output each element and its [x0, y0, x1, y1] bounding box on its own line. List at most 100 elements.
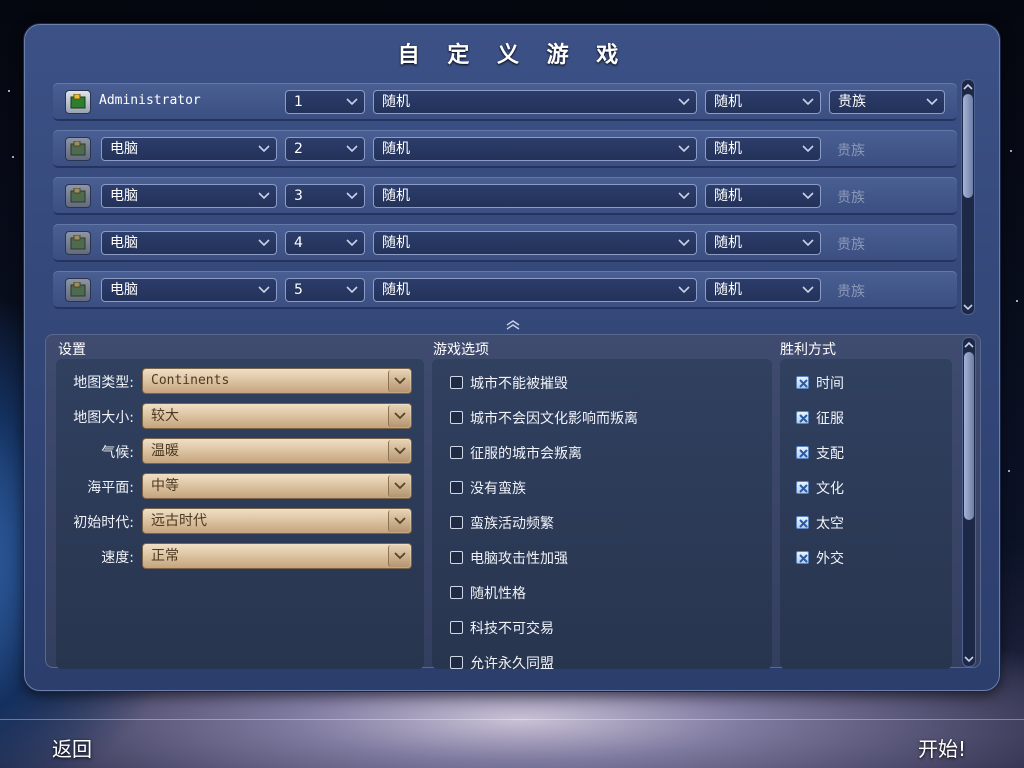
chevron-down-icon [346, 286, 358, 294]
civilization-dropdown[interactable]: 随机 [373, 137, 697, 161]
player-row-5: 电脑 5 随机 随机 贵族 [53, 271, 957, 309]
team-dropdown[interactable]: 3 [285, 184, 365, 208]
chevron-down-icon [678, 98, 690, 106]
difficulty-label: 贵族 [837, 284, 865, 300]
checkbox[interactable] [450, 446, 463, 459]
player-type-dropdown[interactable]: 电脑 [101, 184, 277, 208]
option-label: 科技不可交易 [470, 621, 554, 637]
player-type-dropdown[interactable]: 电脑 [101, 278, 277, 302]
checkbox[interactable] [450, 376, 463, 389]
civilization-value: 随机 [382, 188, 410, 204]
team-dropdown[interactable]: 1 [285, 90, 365, 114]
leader-dropdown[interactable]: 随机 [705, 278, 821, 302]
checkbox-checked[interactable] [796, 516, 809, 529]
checkbox-checked[interactable] [796, 481, 809, 494]
chevron-down-icon [258, 286, 270, 294]
leader-value: 随机 [714, 282, 742, 298]
setting-sea-level: 海平面: 中等 [56, 473, 424, 499]
dropdown-button[interactable] [388, 475, 410, 497]
sea-level-dropdown[interactable]: 中等 [142, 473, 412, 499]
victory-label: 外交 [816, 551, 844, 567]
leader-dropdown[interactable]: 随机 [705, 90, 821, 114]
civilization-dropdown[interactable]: 随机 [373, 278, 697, 302]
chevron-down-icon [802, 145, 814, 153]
option-label: 允许永久同盟 [470, 656, 554, 672]
start-era-dropdown[interactable]: 远古时代 [142, 508, 412, 534]
climate-dropdown[interactable]: 温暖 [142, 438, 412, 464]
sea-level-value: 中等 [151, 478, 179, 494]
checkbox[interactable] [450, 411, 463, 424]
computer-player-icon[interactable] [65, 278, 91, 302]
team-dropdown[interactable]: 2 [285, 137, 365, 161]
player-list-scrollbar[interactable] [961, 79, 975, 315]
scroll-down-icon[interactable] [963, 302, 973, 312]
climate-value: 温暖 [151, 443, 179, 459]
civilization-dropdown[interactable]: 随机 [373, 184, 697, 208]
scrollbar-thumb[interactable] [963, 94, 973, 198]
check-x-icon [799, 414, 808, 423]
speed-dropdown[interactable]: 正常 [142, 543, 412, 569]
leader-dropdown[interactable]: 随机 [705, 231, 821, 255]
computer-player-icon[interactable] [65, 231, 91, 255]
player-type-value: 电脑 [110, 141, 138, 157]
checkbox-checked[interactable] [796, 376, 809, 389]
chevron-down-icon [394, 517, 406, 525]
checkbox-checked[interactable] [796, 411, 809, 424]
settings-panel: 设置 游戏选项 胜利方式 地图类型: Continents 地图大小: 较大 气… [45, 334, 981, 672]
checkbox[interactable] [450, 621, 463, 634]
scrollbar-thumb[interactable] [964, 352, 974, 520]
start-button[interactable]: 开始! [918, 733, 966, 762]
player-type-value: 电脑 [110, 188, 138, 204]
speed-value: 正常 [151, 548, 179, 564]
dropdown-button[interactable] [388, 370, 410, 392]
leader-dropdown[interactable]: 随机 [705, 137, 821, 161]
dropdown-button[interactable] [388, 545, 410, 567]
leader-value: 随机 [714, 188, 742, 204]
player-row-1: Administrator 1 随机 随机 贵族 [53, 83, 957, 121]
victory-label: 时间 [816, 376, 844, 392]
leader-value: 随机 [714, 94, 742, 110]
setting-label: 速度: [101, 550, 134, 566]
check-x-icon [799, 484, 808, 493]
checkbox[interactable] [450, 656, 463, 669]
victory-label: 征服 [816, 411, 844, 427]
victory-title: 胜利方式 [780, 342, 836, 358]
checkbox[interactable] [450, 551, 463, 564]
computer-player-icon[interactable] [65, 137, 91, 161]
team-value: 1 [294, 94, 303, 110]
human-player-icon[interactable] [65, 90, 91, 114]
civilization-value: 随机 [382, 141, 410, 157]
chevron-down-icon [802, 286, 814, 294]
check-x-icon [799, 449, 808, 458]
computer-player-icon[interactable] [65, 184, 91, 208]
scroll-down-icon[interactable] [964, 654, 974, 664]
checkbox[interactable] [450, 481, 463, 494]
collapse-chevron-icon[interactable] [505, 320, 521, 330]
dropdown-button[interactable] [388, 510, 410, 532]
scroll-up-icon[interactable] [963, 82, 973, 92]
map-type-dropdown[interactable]: Continents [142, 368, 412, 394]
checkbox[interactable] [450, 586, 463, 599]
map-type-value: Continents [151, 373, 230, 388]
checkbox[interactable] [450, 516, 463, 529]
team-dropdown[interactable]: 5 [285, 278, 365, 302]
civilization-dropdown[interactable]: 随机 [373, 90, 697, 114]
difficulty-dropdown[interactable]: 贵族 [829, 90, 945, 114]
team-dropdown[interactable]: 4 [285, 231, 365, 255]
checkbox-checked[interactable] [796, 551, 809, 564]
star [1010, 150, 1012, 152]
chevron-down-icon [346, 98, 358, 106]
map-size-dropdown[interactable]: 较大 [142, 403, 412, 429]
dropdown-button[interactable] [388, 405, 410, 427]
scroll-up-icon[interactable] [964, 340, 974, 350]
checkbox-checked[interactable] [796, 446, 809, 459]
player-type-dropdown[interactable]: 电脑 [101, 231, 277, 255]
player-type-dropdown[interactable]: 电脑 [101, 137, 277, 161]
leader-dropdown[interactable]: 随机 [705, 184, 821, 208]
team-value: 5 [294, 282, 303, 298]
civilization-dropdown[interactable]: 随机 [373, 231, 697, 255]
settings-scrollbar[interactable] [962, 337, 976, 667]
setting-start-era: 初始时代: 远古时代 [56, 508, 424, 534]
back-button[interactable]: 返回 [52, 733, 92, 762]
dropdown-button[interactable] [388, 440, 410, 462]
